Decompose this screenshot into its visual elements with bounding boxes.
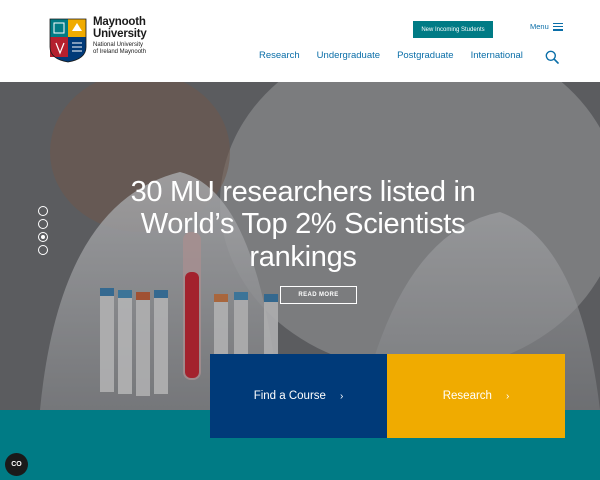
menu-button[interactable]: Menu: [530, 22, 563, 31]
find-a-course-button[interactable]: Find a Course ›: [210, 354, 387, 438]
hero-headline: 30 MU researchers listed in World’s Top …: [130, 176, 476, 273]
cookie-settings-button[interactable]: CO: [5, 453, 28, 476]
search-button[interactable]: [545, 50, 559, 64]
hamburger-icon: [552, 22, 563, 31]
site-header: Maynooth University National University …: [0, 0, 600, 82]
nav-link-undergraduate[interactable]: Undergraduate: [317, 50, 380, 61]
nav-link-international[interactable]: International: [471, 50, 523, 61]
logo-name-line2: University: [93, 27, 147, 40]
carousel-dot-active[interactable]: [38, 232, 48, 242]
logo-sub-line2: of Ireland Maynooth: [93, 48, 147, 55]
search-icon: [545, 50, 559, 64]
main-nav: Research Undergraduate Postgraduate Inte…: [259, 50, 540, 61]
carousel-dot[interactable]: [38, 245, 48, 255]
logo-name-line1: Maynooth: [93, 16, 146, 28]
nav-link-research[interactable]: Research: [259, 50, 300, 61]
find-a-course-label: Find a Course: [253, 390, 326, 402]
carousel-dot[interactable]: [38, 219, 48, 229]
read-more-button[interactable]: READ MORE: [280, 286, 357, 304]
crest-icon: [48, 17, 88, 63]
university-logo[interactable]: Maynooth University National University …: [48, 16, 147, 63]
carousel-dots: [38, 206, 48, 258]
carousel-dot[interactable]: [38, 206, 48, 216]
new-incoming-students-button[interactable]: New Incoming Students: [413, 21, 493, 38]
nav-link-postgraduate[interactable]: Postgraduate: [397, 50, 454, 61]
logo-wordmark: Maynooth University National University …: [93, 16, 147, 56]
logo-sub-line1: National University: [93, 42, 144, 48]
research-button[interactable]: Research ›: [387, 354, 565, 438]
menu-label: Menu: [530, 22, 549, 31]
research-label: Research: [442, 390, 492, 402]
cookie-icon: CO: [11, 461, 22, 468]
chevron-right-icon: ›: [339, 390, 344, 402]
chevron-right-icon: ›: [505, 390, 510, 402]
